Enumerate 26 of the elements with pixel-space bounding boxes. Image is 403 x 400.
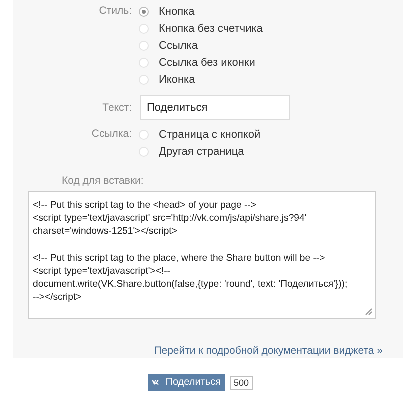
resize-grip-icon[interactable] xyxy=(365,308,373,316)
code-line: --></script> xyxy=(33,291,83,304)
option-label[interactable]: Другая страница xyxy=(159,146,244,158)
code-line: <!-- Put this script tag to the place, where the Share button will be --> xyxy=(33,252,326,265)
code-line: document.write(VK.Share.button(false,{type: 'round', text: 'Поделиться'})); xyxy=(33,278,349,292)
option-label[interactable]: Ссылка без иконки xyxy=(159,56,256,68)
share-button[interactable]: Поделиться xyxy=(148,374,225,391)
code-line: <script type='text/javascript'><!-- xyxy=(33,264,172,278)
documentation-link[interactable]: Перейти к подробной документации виджета » xyxy=(154,345,383,357)
code-line: <script type='text/javascript' src='http://vk.com/js/api/share.js?94' xyxy=(33,212,308,226)
option-label[interactable]: Иконка xyxy=(159,74,196,86)
field-label: Ссылка: xyxy=(90,127,133,142)
option-label[interactable]: Ссылка xyxy=(159,40,198,52)
code-line: <!-- Put this script tag to the <head> of your page --> xyxy=(33,199,258,212)
option-label[interactable]: Кнопка без счетчика xyxy=(159,22,263,34)
logo-icon xyxy=(152,379,160,386)
radio-button[interactable] xyxy=(139,6,149,16)
option-label[interactable]: Страница с кнопкой xyxy=(159,128,261,140)
code-label: Код для вставки: xyxy=(62,175,145,187)
option-label[interactable]: Кнопка xyxy=(159,6,195,18)
share-count: 500 xyxy=(230,376,254,390)
field-label: Текст: xyxy=(102,100,133,116)
code-textarea[interactable] xyxy=(28,191,376,319)
text-field[interactable]: Поделиться xyxy=(140,95,290,120)
field-label: Стиль: xyxy=(98,4,133,19)
code-line: charset='windows-1251'></script> xyxy=(33,225,178,239)
